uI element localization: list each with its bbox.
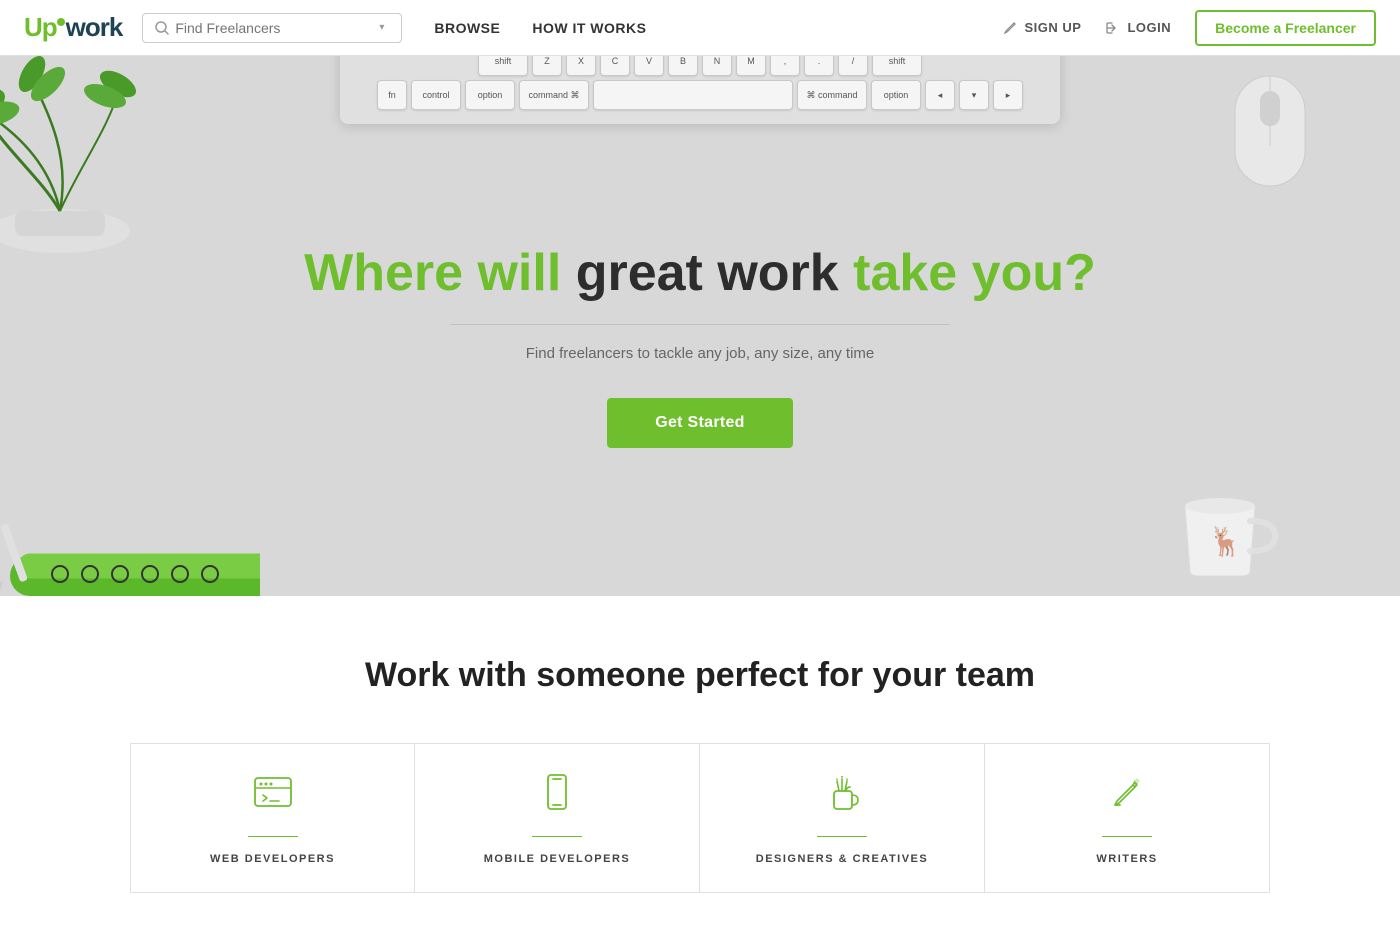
icon-divider <box>248 836 298 837</box>
category-card-writers[interactable]: WRITERS <box>985 743 1270 893</box>
category-label-web-developers: WEB DEVELOPERS <box>210 853 335 865</box>
categories-row: WEB DEVELOPERS MOBILE DEVELOPERS <box>24 743 1376 893</box>
nav-how-it-works[interactable]: HOW IT WORKS <box>532 20 646 36</box>
hero-divider <box>450 324 950 325</box>
pencil-icon <box>1105 771 1149 820</box>
notebook-decoration <box>0 396 260 596</box>
mobile-icon <box>535 771 579 820</box>
categories-section: Work with someone perfect for your team … <box>0 596 1400 933</box>
pencil-edit-icon <box>1003 20 1019 36</box>
category-card-mobile-developers[interactable]: MOBILE DEVELOPERS <box>415 743 700 893</box>
login-icon <box>1105 20 1121 36</box>
icon-divider <box>532 836 582 837</box>
hero-subtitle: Find freelancers to tackle any job, any … <box>304 345 1096 362</box>
terminal-icon <box>251 771 295 820</box>
search-chevron-icon: ▾ <box>379 22 384 33</box>
category-label-designers: DESIGNERS & CREATIVES <box>756 853 929 865</box>
category-card-web-developers[interactable]: WEB DEVELOPERS <box>130 743 415 893</box>
section2-title: Work with someone perfect for your team <box>24 656 1376 695</box>
login-button[interactable]: LOGIN <box>1105 20 1171 36</box>
header-right: SIGN UP LOGIN Become a Freelancer <box>1003 10 1377 46</box>
icon-divider <box>1102 836 1152 837</box>
logo[interactable]: Upwork <box>24 12 122 43</box>
design-icon <box>820 771 864 820</box>
category-label-mobile-developers: MOBILE DEVELOPERS <box>484 853 631 865</box>
become-freelancer-button[interactable]: Become a Freelancer <box>1195 10 1376 46</box>
search-icon <box>155 21 169 35</box>
header: Upwork ▾ BROWSE HOW IT WORKS SIGN UP <box>0 0 1400 56</box>
svg-text:🦌: 🦌 <box>1208 525 1243 558</box>
logo-up: Up <box>24 12 57 42</box>
icon-divider <box>817 836 867 837</box>
hero-section: shift Z X C V B N M , . / shift fn contr… <box>0 56 1400 596</box>
nav-browse[interactable]: BROWSE <box>434 20 500 36</box>
search-bar[interactable]: ▾ <box>142 13 402 43</box>
category-label-writers: WRITERS <box>1096 853 1157 865</box>
category-card-designers[interactable]: DESIGNERS & CREATIVES <box>700 743 985 893</box>
logo-work: work <box>66 12 123 42</box>
plant-decoration <box>0 56 240 256</box>
get-started-button[interactable]: Get Started <box>607 398 793 448</box>
hero-title: Where will great work take you? <box>304 244 1096 304</box>
cup-decoration: 🦌 <box>1160 466 1280 586</box>
hero-content: Where will great work take you? Find fre… <box>304 244 1096 448</box>
keyboard-decoration: shift Z X C V B N M , . / shift fn contr… <box>340 56 1060 124</box>
mouse-decoration <box>1220 56 1320 216</box>
signup-button[interactable]: SIGN UP <box>1003 20 1082 36</box>
nav: BROWSE HOW IT WORKS <box>434 20 646 36</box>
search-input[interactable] <box>175 20 375 36</box>
